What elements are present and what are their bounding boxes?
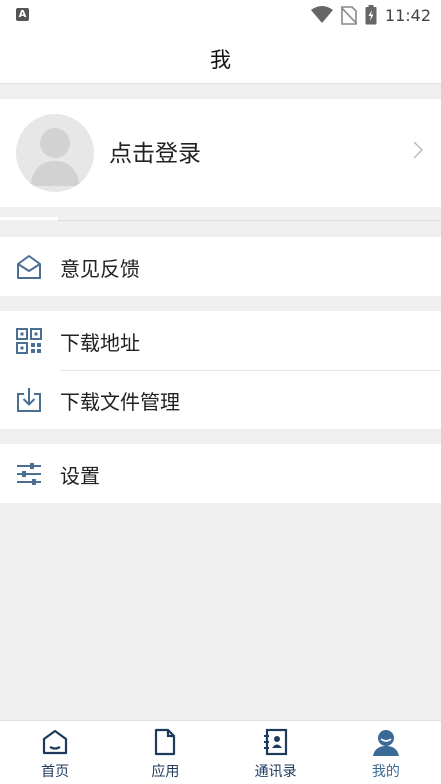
no-sim-icon xyxy=(340,5,357,25)
default-avatar-icon xyxy=(30,128,80,186)
contacts-book-icon xyxy=(263,728,287,756)
avatar xyxy=(16,114,94,192)
menu-item-settings[interactable]: 设置 xyxy=(0,444,441,503)
tab-contacts[interactable]: 通讯录 xyxy=(221,721,331,784)
qr-code-icon xyxy=(16,328,42,354)
tab-label: 我的 xyxy=(371,764,400,780)
menu-item-download-address[interactable]: 下载地址 xyxy=(0,311,441,370)
tab-apps[interactable]: 应用 xyxy=(110,721,220,784)
menu-item-feedback[interactable]: 意见反馈 xyxy=(0,237,441,296)
tab-label: 首页 xyxy=(41,764,70,780)
home-icon xyxy=(43,729,68,755)
chevron-right-icon xyxy=(413,141,423,159)
section-divider xyxy=(0,207,441,221)
page-title: 我 xyxy=(210,48,231,72)
wifi-icon xyxy=(310,6,333,23)
menu-item-label: 下载文件管理 xyxy=(60,390,180,414)
tab-home[interactable]: 首页 xyxy=(0,721,110,784)
status-indicator: A xyxy=(16,8,29,21)
menu-item-label: 设置 xyxy=(60,464,100,488)
tab-label: 通讯录 xyxy=(254,764,297,780)
menu-item-label: 下载地址 xyxy=(60,331,140,355)
status-time: 11:42 xyxy=(384,5,431,25)
menu-group-feedback: 意见反馈 xyxy=(0,237,441,296)
download-tray-icon xyxy=(17,388,41,412)
menu-group-settings: 设置 xyxy=(0,444,441,503)
title-bar: 我 xyxy=(0,30,441,84)
bottom-tab-bar: 首页 应用 通讯录 我的 xyxy=(0,720,441,784)
status-bar: A 11:42 xyxy=(0,0,441,30)
status-icons: 11:42 xyxy=(310,4,431,26)
user-icon xyxy=(372,730,399,756)
tab-me[interactable]: 我的 xyxy=(331,721,441,784)
menu-item-download-manager[interactable]: 下载文件管理 xyxy=(0,370,441,429)
sliders-icon xyxy=(17,463,41,485)
tab-label: 应用 xyxy=(151,764,180,780)
mail-open-icon xyxy=(17,255,41,279)
login-card[interactable]: 点击登录 xyxy=(0,99,441,207)
menu-item-label: 意见反馈 xyxy=(60,257,140,281)
menu-group-downloads: 下载地址 下载文件管理 xyxy=(0,311,441,429)
battery-charging-icon xyxy=(365,5,377,25)
login-label: 点击登录 xyxy=(109,141,201,167)
document-icon xyxy=(155,728,176,756)
